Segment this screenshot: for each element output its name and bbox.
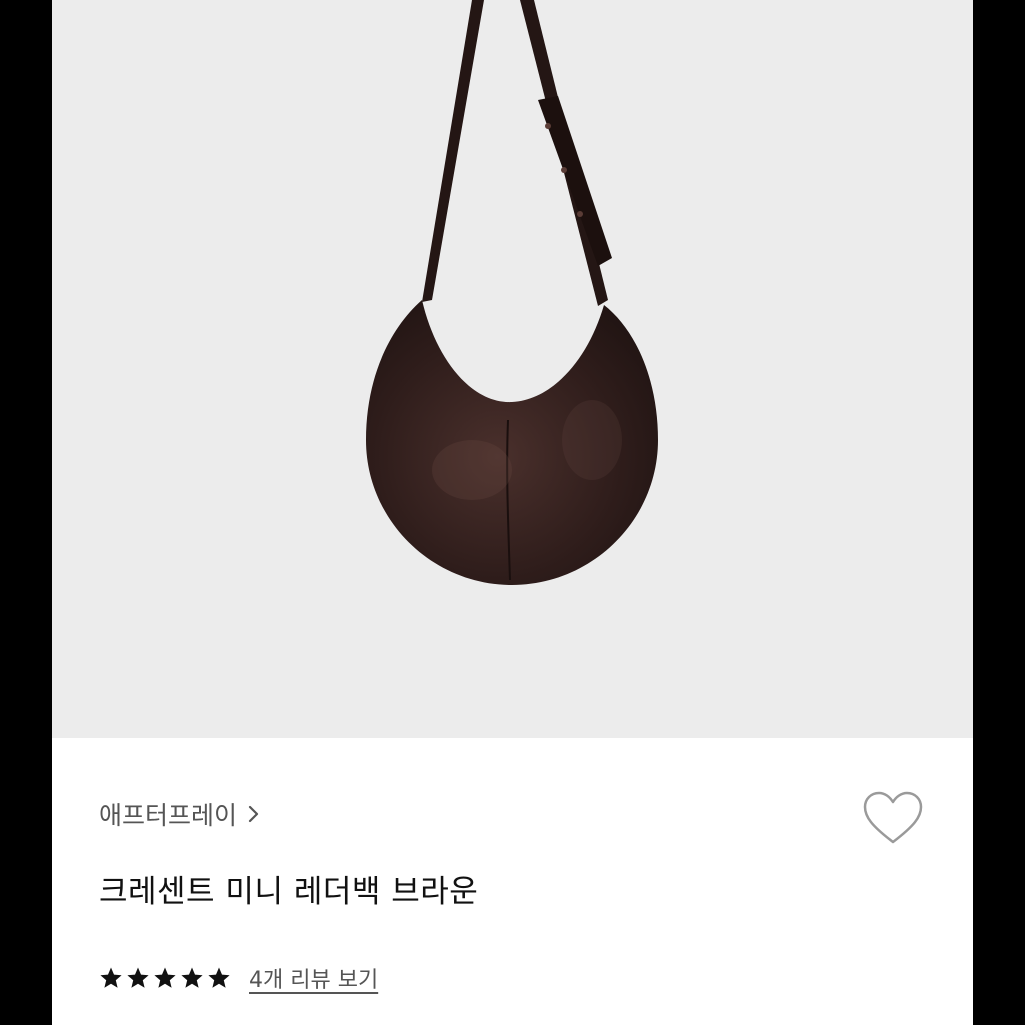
product-image[interactable] — [52, 0, 973, 738]
bag-illustration — [366, 0, 658, 585]
star-filled-icon — [181, 967, 203, 988]
bag-strap-left — [422, 0, 484, 302]
rating-row: 4개 리뷰 보기 — [99, 962, 378, 994]
chevron-right-icon — [248, 805, 259, 823]
heart-outline-icon[interactable] — [862, 790, 924, 848]
bag-strap-buckle — [538, 96, 612, 266]
star-filled-icon — [127, 967, 149, 988]
review-link[interactable]: 4개 리뷰 보기 — [249, 962, 378, 994]
brand-name: 애프터프레이 — [99, 801, 238, 830]
rating-stars — [99, 966, 231, 990]
star-filled-icon — [154, 967, 176, 988]
product-detail-page: 애프터프레이 크레센트 미니 레더백 브라운 4개 리뷰 보기 — [52, 0, 973, 1025]
star-filled-icon — [100, 967, 122, 988]
brand-link[interactable]: 애프터프레이 — [99, 796, 263, 832]
product-title: 크레센트 미니 레더백 브라운 — [99, 874, 479, 910]
star-filled-icon — [208, 967, 230, 988]
